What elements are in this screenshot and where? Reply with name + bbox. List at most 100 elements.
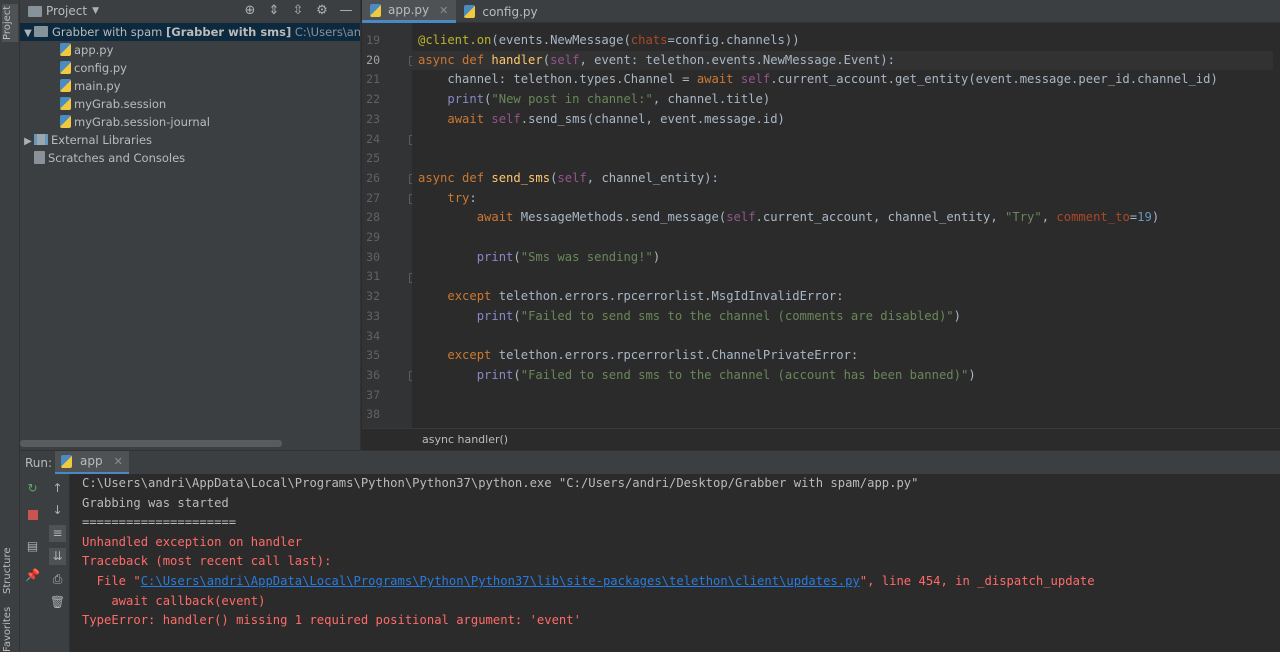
line-number: 34 [366,328,380,343]
console-line: ===================== [82,515,237,530]
run-tab-label: app [80,454,103,468]
tab-config-py[interactable]: config.py [456,0,545,23]
line-number: 25 [366,151,380,166]
console-error-line: await callback(event) [82,593,266,608]
minimize-icon[interactable]: — [338,3,354,19]
python-icon [61,454,72,468]
trash-icon[interactable]: 🗑 [49,594,66,611]
breadcrumb[interactable]: async handler() [362,428,1280,450]
tree-file-config[interactable]: config.py [20,59,127,77]
line-number: 20 [366,52,380,67]
arrow-down-icon[interactable]: ↓ [49,502,66,519]
line-number: 27 [366,190,380,205]
file-label: main.py [74,79,121,93]
line-number: 29 [366,230,380,244]
console-line: C:\Users\andri\AppData\Local\Programs\Py… [82,476,919,490]
pin-icon[interactable]: 📌 [24,567,41,584]
line-number: 30 [366,249,380,264]
tab-label: app.py [388,3,430,17]
traceback-prefix: File " [82,574,141,588]
left-tool-strip: Project Structure Favorites [0,0,20,652]
line-number: 36 [366,367,380,382]
code-line: async def handler(self, event: telethon.… [418,52,895,67]
tab-label: config.py [482,4,538,19]
console-output[interactable]: C:\Users\andri\AppData\Local\Programs\Py… [70,474,1280,652]
code-line: await self.send_sms(channel, event.messa… [447,111,785,126]
editor-tab-bar: app.py ✕ config.py [362,0,1280,23]
tab-app-py[interactable]: app.py ✕ [362,0,457,23]
run-label: Run: [25,455,53,470]
root-module-name: [Grabber with sms] [166,25,292,39]
structure-tool-tab[interactable]: Structure [2,545,18,597]
line-number: 21 [366,72,380,87]
project-header: Project ▼ ⊕ ⇕ ⇳ ⚙ — [20,0,360,22]
scratches-label: Scratches and Consoles [48,151,186,165]
python-file-icon [60,43,71,56]
line-number: 32 [366,289,380,304]
tree-file-session-journal[interactable]: myGrab.session-journal [20,113,210,131]
layout-icon[interactable]: ▤ [24,538,41,555]
console-error-line: Traceback (most recent call last): [82,554,332,569]
code-line: async def send_sms(self, channel_entity)… [418,170,719,185]
project-folder-icon [28,5,42,17]
tree-file-main[interactable]: main.py [20,77,121,95]
editor-gutter: 19 20 21 22 23 24 25 26 27 28 29 30 31 3… [362,23,417,428]
console-line: Grabbing was started [82,495,229,510]
project-horizontal-scrollbar[interactable] [20,440,282,447]
file-label: myGrab.session-journal [74,115,210,129]
tree-file-session[interactable]: myGrab.session [20,95,166,113]
root-folder-path: C:\Users\andri\Desktop [294,25,361,39]
scroll-to-end-icon[interactable]: ⇊ [49,548,66,565]
editor-vertical-scrollbar[interactable] [1273,23,1280,428]
print-icon[interactable]: ⎙ [49,571,66,588]
tree-file-app[interactable]: app.py [20,41,113,59]
file-label: app.py [74,43,114,57]
project-title[interactable]: Project [46,4,87,18]
tree-root-folder[interactable]: ▼ Grabber with spam [Grabber with sms] C:… [20,23,361,41]
stop-icon[interactable] [24,507,41,524]
run-tab-app[interactable]: app ✕ [55,450,129,475]
project-tool-tab[interactable]: Project [2,4,18,42]
file-label: config.py [74,61,127,75]
expand-all-icon[interactable]: ⇕ [266,3,282,19]
folder-icon [34,26,48,37]
line-number: 28 [366,210,380,225]
file-label: myGrab.session [74,97,167,111]
line-number: 37 [366,387,380,402]
collapse-all-icon[interactable]: ⇳ [290,3,306,19]
code-line: channel: telethon.types.Channel = await … [418,72,1218,87]
external-libraries-label: External Libraries [51,133,153,147]
gear-icon[interactable]: ⚙ [314,3,330,19]
run-toolbar-secondary: ↑ ↓ ≡ ⇊ ⎙ 🗑 [45,474,70,652]
arrow-up-icon[interactable]: ↑ [49,480,66,497]
python-file-icon [464,5,476,18]
line-number: 24 [366,131,380,146]
traceback-file-link[interactable]: C:\Users\andri\AppData\Local\Programs\Py… [141,574,860,588]
locate-icon[interactable]: ⊕ [242,3,258,19]
code-line: try: [447,190,477,205]
library-icon [34,134,48,145]
code-editor[interactable]: @client.on(events.NewMessage(chats=confi… [412,23,1280,428]
code-line: print("Failed to send sms to the channel… [476,308,961,323]
chevron-down-icon[interactable]: ▼ [92,6,99,16]
code-line: @client.on(events.NewMessage(chats=confi… [418,33,800,47]
close-icon[interactable]: ✕ [439,4,448,17]
python-file-icon [370,3,381,17]
rerun-icon[interactable]: ↻ [24,480,41,497]
run-toolbar-primary: ↻ ▤ 📌 [20,474,45,652]
line-number: 19 [366,33,380,47]
code-line: except telethon.errors.rpcerrorlist.Chan… [447,348,859,363]
python-file-icon [60,97,71,110]
project-panel: Project ▼ ⊕ ⇕ ⇳ ⚙ — ▼ Grabber with spam [… [20,0,361,450]
tree-scratches[interactable]: Scratches and Consoles [20,149,185,167]
python-file-icon [60,79,71,92]
line-number: 38 [366,407,380,422]
tree-external-libraries[interactable]: ▶ External Libraries [20,131,152,149]
scratches-icon [34,151,45,164]
soft-wrap-icon[interactable]: ≡ [49,525,66,542]
line-number: 35 [366,348,380,363]
favorites-tool-tab[interactable]: Favorites [2,607,18,652]
line-number: 33 [366,308,380,323]
close-icon[interactable]: ✕ [114,455,123,468]
run-panel-header: Run: app ✕ [20,450,1280,475]
